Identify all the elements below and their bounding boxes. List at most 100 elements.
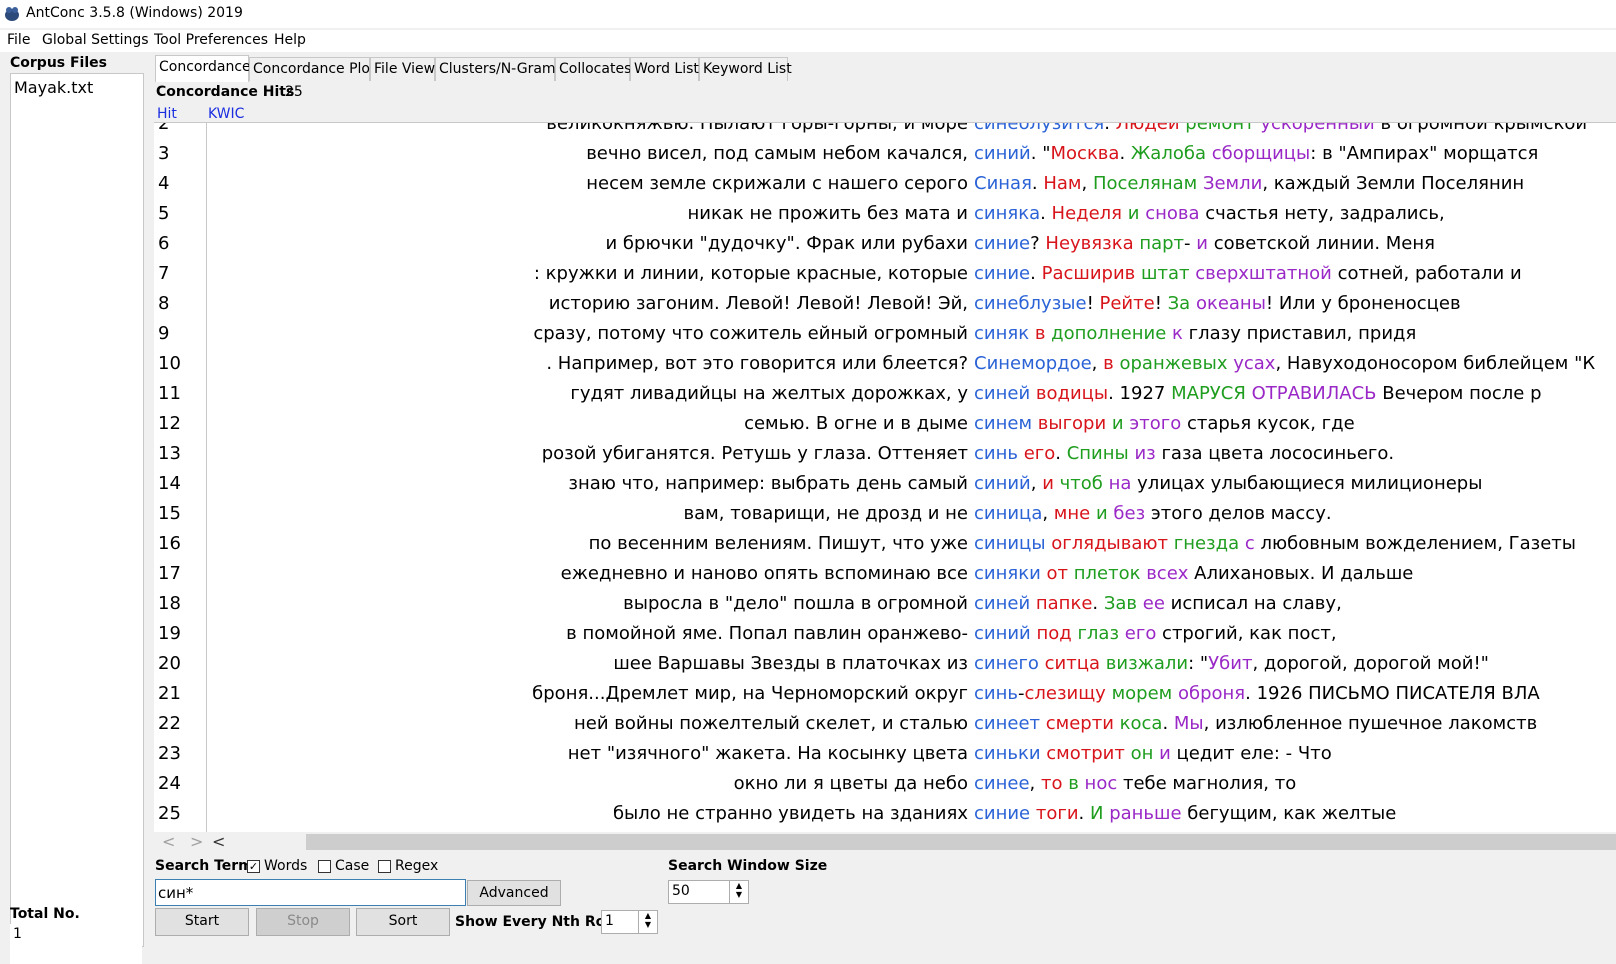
hit-number: 5 bbox=[158, 203, 170, 224]
keyword[interactable]: синей bbox=[974, 593, 1030, 614]
advanced-button[interactable]: Advanced bbox=[467, 880, 561, 906]
left-context: семью. В огне и в дыме bbox=[744, 413, 968, 434]
concordance-row[interactable]: 13 розой убиганятся. Ретушь у глаза. Отте… bbox=[154, 439, 1616, 469]
keyword[interactable]: Синемордое bbox=[974, 353, 1092, 374]
tab-concordance[interactable]: Concordance bbox=[155, 55, 251, 82]
window-title: AntConc 3.5.8 (Windows) 2019 bbox=[26, 5, 243, 21]
concordance-row[interactable]: 25 было не странно увидеть на зданиях сини… bbox=[154, 799, 1616, 829]
concordance-row[interactable]: 9 сразу, потому что сожитель ейный огромн… bbox=[154, 319, 1616, 349]
search-window-size-spinner[interactable]: 50 ▲ ▼ bbox=[668, 880, 749, 904]
right-context-text: . bbox=[1162, 713, 1174, 734]
search-term-input[interactable] bbox=[155, 879, 466, 906]
words-checkbox[interactable]: ✓ bbox=[247, 860, 260, 873]
concordance-row[interactable]: 3 вечно висел, под самым небом качался, си… bbox=[154, 139, 1616, 169]
keyword[interactable]: синие bbox=[974, 803, 1030, 824]
keyword[interactable]: синей bbox=[974, 383, 1030, 404]
keyword[interactable]: синеблузые bbox=[974, 293, 1087, 314]
right-context-text: : " bbox=[1188, 653, 1209, 674]
scrollbar-thumb[interactable] bbox=[306, 834, 1616, 850]
spinner-arrows-icon[interactable]: ▲ ▼ bbox=[729, 881, 748, 903]
concordance-row[interactable]: 8 историю загоним. Левой! Левой! Левой! Э… bbox=[154, 289, 1616, 319]
tab-clusters-ngrams[interactable]: Clusters/N-Grams bbox=[435, 57, 563, 81]
keyword[interactable]: синие bbox=[974, 263, 1030, 284]
tab-concordance-plot[interactable]: Concordance Plot bbox=[249, 57, 375, 81]
keyword[interactable]: синяк bbox=[974, 323, 1029, 344]
concordance-row[interactable]: 6 и брючки "дудочку". Фрак или рубахи сини… bbox=[154, 229, 1616, 259]
concordance-row[interactable]: 11 гудят ливадийцы на желтых дорожках, у с… bbox=[154, 379, 1616, 409]
menu-help[interactable]: Help bbox=[274, 32, 306, 48]
keyword[interactable]: синяка bbox=[974, 203, 1040, 224]
stop-button[interactable]: Stop bbox=[256, 908, 350, 936]
keyword[interactable]: синеблузится bbox=[974, 123, 1104, 134]
concordance-results[interactable]: 2 великокняжью. Пылают горы-горны, и море… bbox=[154, 122, 1616, 833]
keyword[interactable]: синий bbox=[974, 623, 1031, 644]
corpus-file-list[interactable]: Mayak.txt bbox=[10, 73, 144, 947]
concordance-row[interactable]: 17 ежедневно и наново опять вспоминаю все… bbox=[154, 559, 1616, 589]
tab-word-list[interactable]: Word List bbox=[630, 57, 699, 81]
horizontal-scrollbar[interactable]: < > < bbox=[154, 832, 1616, 852]
right-context-word: под bbox=[1036, 623, 1072, 644]
hit-number: 2 bbox=[158, 122, 170, 134]
scroll-left-kwic-icon[interactable]: < bbox=[212, 832, 225, 851]
corpus-file-item[interactable]: Mayak.txt bbox=[14, 78, 93, 97]
concordance-row[interactable]: 15 вам, товарищи, не дрозд и не синица, мн… bbox=[154, 499, 1616, 529]
keyword[interactable]: синем bbox=[974, 413, 1032, 434]
right-context-word: и bbox=[1042, 473, 1054, 494]
case-checkbox[interactable] bbox=[318, 860, 331, 873]
concordance-row[interactable]: 14 знаю что, например: выбрать день самый… bbox=[154, 469, 1616, 499]
scroll-right-icon[interactable]: > bbox=[190, 832, 203, 851]
right-context-word: морем bbox=[1111, 683, 1173, 704]
hit-number: 21 bbox=[158, 683, 181, 704]
concordance-row[interactable]: 20 шее Варшавы Звезды в платочках из синег… bbox=[154, 649, 1616, 679]
tab-collocates[interactable]: Collocates bbox=[555, 57, 631, 81]
concordance-row[interactable]: 19 в помойной яме. Попал павлин оранжево-… bbox=[154, 619, 1616, 649]
concordance-row[interactable]: 12 семью. В огне и в дыме синем выгори и э… bbox=[154, 409, 1616, 439]
scroll-left-icon[interactable]: < bbox=[162, 832, 175, 851]
sort-button[interactable]: Sort bbox=[356, 908, 450, 936]
kwic-segment: синее, то в нос тебе магнолия, то bbox=[974, 769, 1296, 799]
keyword[interactable]: синие bbox=[974, 233, 1030, 254]
right-context-word: водицы bbox=[1035, 383, 1109, 404]
column-header-kwic[interactable]: KWIC bbox=[208, 106, 244, 122]
concordance-row[interactable]: 16 по весенним велениям. Пишут, что уже си… bbox=[154, 529, 1616, 559]
concordance-row[interactable]: 4 несем земле скрижали с нашего серого Син… bbox=[154, 169, 1616, 199]
concordance-row[interactable]: 18 выросла в "дело" пошла в огромной синей… bbox=[154, 589, 1616, 619]
keyword[interactable]: синее bbox=[974, 773, 1030, 794]
keyword[interactable]: синий bbox=[974, 143, 1031, 164]
concordance-row[interactable]: 10 . Например, вот это говорится или блее… bbox=[154, 349, 1616, 379]
keyword[interactable]: синица bbox=[974, 503, 1042, 524]
nth-row-spinner[interactable]: 1 ▲ ▼ bbox=[601, 910, 658, 934]
concordance-row[interactable]: 5 никак не прожить без мата и синяка. Неде… bbox=[154, 199, 1616, 229]
menu-tool-preferences[interactable]: Tool Preferences bbox=[154, 32, 268, 48]
keyword[interactable]: синь bbox=[974, 683, 1018, 704]
spinner-arrows-icon[interactable]: ▲ ▼ bbox=[638, 911, 657, 933]
right-context-word: смотрит bbox=[1046, 743, 1125, 764]
keyword[interactable]: синьки bbox=[974, 743, 1041, 764]
concordance-row[interactable]: 7: кружки и линии, которые красные, кото… bbox=[154, 259, 1616, 289]
column-header-hit[interactable]: Hit bbox=[157, 106, 177, 122]
menu-global-settings[interactable]: Global Settings bbox=[42, 32, 149, 48]
concordance-row[interactable]: 22 ней войны пожелтелый скелет, и сталью с… bbox=[154, 709, 1616, 739]
right-context-word: нос bbox=[1084, 773, 1118, 794]
tab-file-view[interactable]: File View bbox=[370, 57, 435, 81]
keyword[interactable]: синь bbox=[974, 443, 1018, 464]
keyword[interactable]: синего bbox=[974, 653, 1039, 674]
right-context-text: любовным вожделением, Газеты bbox=[1254, 533, 1576, 554]
start-button[interactable]: Start bbox=[155, 908, 249, 936]
menu-file[interactable]: File bbox=[7, 32, 30, 48]
keyword[interactable]: синеет bbox=[974, 713, 1040, 734]
tab-keyword-list[interactable]: Keyword List bbox=[699, 57, 792, 81]
keyword[interactable]: синяки bbox=[974, 563, 1041, 584]
menu-bar: File Global Settings Tool Preferences He… bbox=[0, 30, 1616, 52]
right-context-word: его bbox=[1124, 623, 1157, 644]
concordance-row[interactable]: 2 великокняжью. Пылают горы-горны, и море… bbox=[154, 122, 1616, 139]
concordance-row[interactable]: 24 окно ли я цветы да небо синее, то в нос… bbox=[154, 769, 1616, 799]
right-context-text: . bbox=[1040, 203, 1052, 224]
concordance-row[interactable]: 21 броня...Дремлет мир, на Черноморский о… bbox=[154, 679, 1616, 709]
keyword[interactable]: синицы bbox=[974, 533, 1046, 554]
keyword[interactable]: Синая bbox=[974, 173, 1032, 194]
keyword[interactable]: синий bbox=[974, 473, 1031, 494]
regex-checkbox[interactable] bbox=[378, 860, 391, 873]
right-context-word: в bbox=[1068, 773, 1079, 794]
concordance-row[interactable]: 23 нет "изячного" жакета. На косынку цвет… bbox=[154, 739, 1616, 769]
